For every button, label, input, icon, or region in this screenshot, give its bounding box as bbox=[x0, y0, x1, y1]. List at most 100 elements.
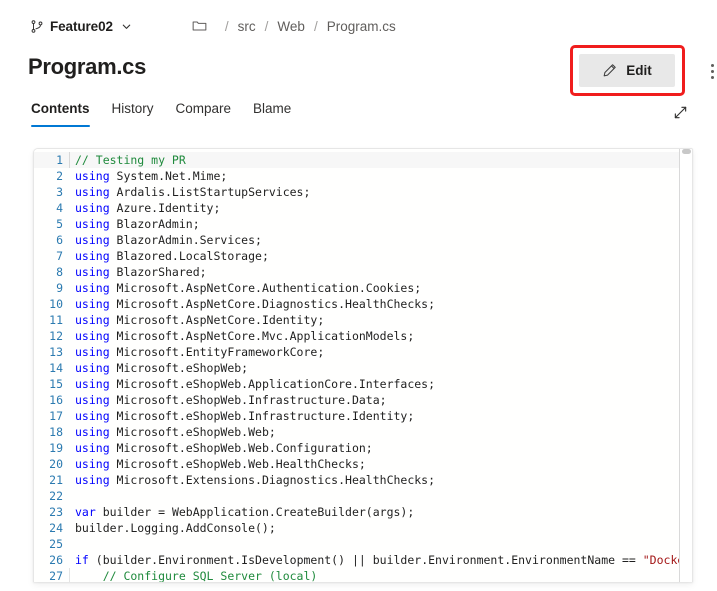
line-number: 1 bbox=[34, 152, 70, 168]
code-line: 10using Microsoft.AspNetCore.Diagnostics… bbox=[34, 296, 692, 312]
tab-blame-label: Blame bbox=[253, 101, 291, 116]
line-number: 23 bbox=[34, 504, 70, 520]
line-number: 11 bbox=[34, 312, 70, 328]
breadcrumb-separator: / bbox=[305, 19, 327, 34]
tab-contents[interactable]: Contents bbox=[28, 100, 101, 127]
tab-compare-label: Compare bbox=[176, 101, 232, 116]
line-content: using Microsoft.eShopWeb; bbox=[70, 360, 692, 376]
vertical-scrollbar[interactable] bbox=[679, 149, 692, 582]
breadcrumb: Feature02 / src / Web / Program.cs bbox=[28, 14, 697, 38]
line-content: using System.Net.Mime; bbox=[70, 168, 692, 184]
code-line: 13using Microsoft.EntityFrameworkCore; bbox=[34, 344, 692, 360]
code-line: 21using Microsoft.Extensions.Diagnostics… bbox=[34, 472, 692, 488]
code-line: 11using Microsoft.AspNetCore.Identity; bbox=[34, 312, 692, 328]
code-scroll-area[interactable]: 1// Testing my PR2using System.Net.Mime;… bbox=[34, 149, 692, 582]
line-number: 2 bbox=[34, 168, 70, 184]
code-line: 9using Microsoft.AspNetCore.Authenticati… bbox=[34, 280, 692, 296]
line-number: 16 bbox=[34, 392, 70, 408]
line-number: 24 bbox=[34, 520, 70, 536]
breadcrumb-item-src[interactable]: src bbox=[238, 19, 256, 34]
file-tabs: Contents History Compare Blame bbox=[28, 100, 302, 127]
line-number: 21 bbox=[34, 472, 70, 488]
breadcrumb-item-web[interactable]: Web bbox=[277, 19, 305, 34]
line-number: 19 bbox=[34, 440, 70, 456]
code-line: 26if (builder.Environment.IsDevelopment(… bbox=[34, 552, 692, 568]
line-content: var builder = WebApplication.CreateBuild… bbox=[70, 504, 692, 520]
code-line: 15using Microsoft.eShopWeb.ApplicationCo… bbox=[34, 376, 692, 392]
line-content: using Blazored.LocalStorage; bbox=[70, 248, 692, 264]
line-content: using Microsoft.eShopWeb.ApplicationCore… bbox=[70, 376, 692, 392]
code-line: 6using BlazorAdmin.Services; bbox=[34, 232, 692, 248]
code-line: 8using BlazorShared; bbox=[34, 264, 692, 280]
code-line: 5using BlazorAdmin; bbox=[34, 216, 692, 232]
file-header: Program.cs Edit bbox=[28, 50, 701, 92]
code-line: 16using Microsoft.eShopWeb.Infrastructur… bbox=[34, 392, 692, 408]
line-content: using Microsoft.EntityFrameworkCore; bbox=[70, 344, 692, 360]
tab-blame[interactable]: Blame bbox=[242, 100, 302, 127]
line-content: using Microsoft.Extensions.Diagnostics.H… bbox=[70, 472, 692, 488]
code-lines: 1// Testing my PR2using System.Net.Mime;… bbox=[34, 149, 692, 582]
line-content: using Microsoft.AspNetCore.Identity; bbox=[70, 312, 692, 328]
tab-history-label: History bbox=[112, 101, 154, 116]
line-content: using Ardalis.ListStartupServices; bbox=[70, 184, 692, 200]
more-vertical-icon[interactable] bbox=[701, 58, 717, 84]
code-line: 4using Azure.Identity; bbox=[34, 200, 692, 216]
expand-diagonal-icon[interactable] bbox=[667, 99, 693, 125]
line-content: using Microsoft.AspNetCore.Mvc.Applicati… bbox=[70, 328, 692, 344]
line-number: 15 bbox=[34, 376, 70, 392]
line-number: 14 bbox=[34, 360, 70, 376]
tab-compare[interactable]: Compare bbox=[165, 100, 243, 127]
folder-icon[interactable] bbox=[192, 19, 216, 33]
file-viewer-page: Feature02 / src / Web / Program.cs Progr… bbox=[0, 0, 717, 591]
line-content: using Microsoft.eShopWeb.Web.Configurati… bbox=[70, 440, 692, 456]
code-viewer: 1// Testing my PR2using System.Net.Mime;… bbox=[33, 148, 693, 582]
line-content: using Microsoft.AspNetCore.Authenticatio… bbox=[70, 280, 692, 296]
line-content: // Configure SQL Server (local) bbox=[69, 568, 692, 582]
line-content: if (builder.Environment.IsDevelopment() … bbox=[70, 552, 692, 568]
code-line: 1// Testing my PR bbox=[34, 152, 692, 168]
code-line: 18using Microsoft.eShopWeb.Web; bbox=[34, 424, 692, 440]
code-line: 14using Microsoft.eShopWeb; bbox=[34, 360, 692, 376]
code-line: 27 // Configure SQL Server (local) bbox=[34, 568, 692, 582]
code-line: 12using Microsoft.AspNetCore.Mvc.Applica… bbox=[34, 328, 692, 344]
line-number: 13 bbox=[34, 344, 70, 360]
line-content: // Testing my PR bbox=[69, 152, 692, 168]
breadcrumb-separator: / bbox=[256, 19, 278, 34]
line-number: 27 bbox=[34, 568, 70, 582]
edit-button[interactable]: Edit bbox=[579, 54, 675, 87]
code-line: 22 bbox=[34, 488, 692, 504]
line-number: 8 bbox=[34, 264, 70, 280]
line-content: using BlazorAdmin; bbox=[70, 216, 692, 232]
line-number: 17 bbox=[34, 408, 70, 424]
code-line: 24builder.Logging.AddConsole(); bbox=[34, 520, 692, 536]
line-number: 20 bbox=[34, 456, 70, 472]
pencil-icon bbox=[602, 63, 617, 78]
breadcrumb-path: / src / Web / Program.cs bbox=[192, 19, 396, 34]
line-content: using Azure.Identity; bbox=[70, 200, 692, 216]
line-number: 5 bbox=[34, 216, 70, 232]
line-content: using BlazorShared; bbox=[70, 264, 692, 280]
line-content: using Microsoft.eShopWeb.Infrastructure.… bbox=[70, 408, 692, 424]
line-content: using Microsoft.eShopWeb.Web.HealthCheck… bbox=[70, 456, 692, 472]
code-line: 23var builder = WebApplication.CreateBui… bbox=[34, 504, 692, 520]
branch-selector[interactable]: Feature02 bbox=[28, 18, 134, 35]
code-line: 3using Ardalis.ListStartupServices; bbox=[34, 184, 692, 200]
breadcrumb-separator: / bbox=[216, 19, 238, 34]
tab-history[interactable]: History bbox=[101, 100, 165, 127]
code-line: 20using Microsoft.eShopWeb.Web.HealthChe… bbox=[34, 456, 692, 472]
line-content: builder.Logging.AddConsole(); bbox=[70, 520, 692, 536]
git-branch-icon bbox=[30, 19, 44, 34]
code-line: 25 bbox=[34, 536, 692, 552]
scrollbar-thumb[interactable] bbox=[682, 149, 691, 154]
line-content: using Microsoft.eShopWeb.Web; bbox=[70, 424, 692, 440]
code-line: 19using Microsoft.eShopWeb.Web.Configura… bbox=[34, 440, 692, 456]
edit-button-label: Edit bbox=[626, 63, 652, 78]
line-number: 6 bbox=[34, 232, 70, 248]
line-content: using Microsoft.eShopWeb.Infrastructure.… bbox=[70, 392, 692, 408]
line-number: 18 bbox=[34, 424, 70, 440]
line-content: using Microsoft.AspNetCore.Diagnostics.H… bbox=[70, 296, 692, 312]
breadcrumb-item-file[interactable]: Program.cs bbox=[327, 19, 396, 34]
line-number: 26 bbox=[34, 552, 70, 568]
code-line: 2using System.Net.Mime; bbox=[34, 168, 692, 184]
branch-name: Feature02 bbox=[50, 19, 113, 34]
